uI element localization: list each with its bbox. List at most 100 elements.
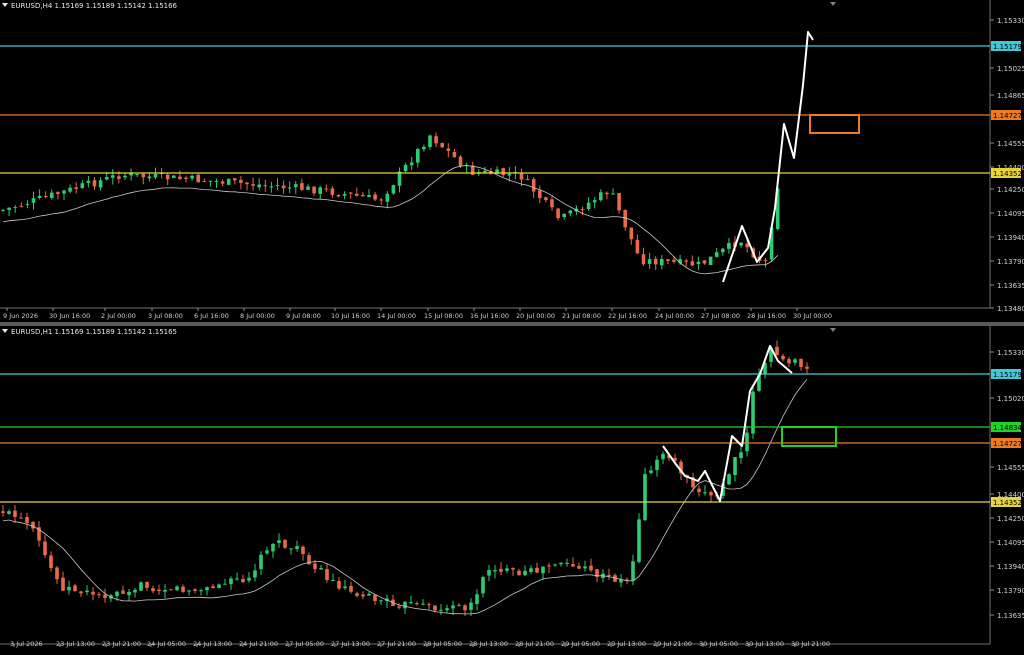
h1-candle-body	[223, 583, 227, 585]
h1-candle-body	[661, 453, 665, 460]
h1-candle	[127, 588, 131, 601]
h4-candle	[214, 178, 219, 188]
h1-candle	[79, 590, 83, 597]
h1-level-tag-text: 1.14727	[993, 440, 1022, 448]
h1-candle-body	[289, 548, 293, 550]
h1-y-tick-label: 1.13790	[997, 587, 1024, 595]
h4-candle-body	[714, 252, 719, 257]
h1-price-chart[interactable]: 1.153301.150201.145551.144001.142501.140…	[0, 326, 1024, 655]
h4-candle	[629, 227, 634, 245]
h4-candle	[239, 176, 243, 190]
h4-candle	[367, 189, 371, 198]
h4-candle-body	[568, 210, 573, 214]
h1-candle-body	[283, 539, 287, 548]
h4-candle	[446, 143, 451, 158]
h1-candle	[481, 575, 485, 598]
h4-candle-body	[586, 202, 591, 210]
h1-candle-body	[697, 488, 701, 493]
h1-candle	[61, 571, 65, 592]
h4-candle-body	[708, 256, 713, 265]
chart-window: EURUSD,H4 1.15169 1.15189 1.15142 1.1516…	[0, 0, 1024, 655]
h1-candle	[565, 558, 569, 567]
h1-candle-body	[553, 564, 557, 566]
h1-y-tick-label: 1.13940	[997, 563, 1024, 571]
h4-x-tick-label: 2 Jul 00:00	[101, 312, 136, 320]
h4-candle	[135, 174, 139, 178]
h1-candle	[343, 580, 347, 590]
h4-candle-body	[281, 185, 286, 189]
h1-candle	[661, 451, 665, 464]
h1-candle	[775, 340, 779, 356]
h1-y-tick-label: 1.13635	[997, 612, 1024, 620]
h4-candle-body	[434, 136, 438, 144]
h1-candle-body	[433, 605, 437, 611]
h1-candle	[493, 564, 497, 579]
h4-candle-body	[428, 135, 432, 148]
h4-candle-body	[7, 207, 11, 210]
h4-price-chart[interactable]: 1.153301.150251.148651.145551.144001.142…	[0, 0, 1024, 322]
h1-candle	[733, 456, 737, 482]
h1-candle	[223, 578, 227, 585]
h4-candle-body	[147, 176, 152, 179]
h4-candle	[501, 167, 505, 178]
h1-candle	[379, 599, 383, 605]
h4-candle-body	[525, 179, 530, 181]
h4-candle	[623, 209, 627, 231]
h1-candle-body	[733, 457, 737, 476]
h1-candle-body	[217, 584, 221, 588]
h4-candle	[275, 178, 280, 190]
h1-candle	[697, 485, 701, 497]
h4-candle-body	[538, 190, 542, 199]
h4-level-price-tag: 1.14727	[991, 110, 1022, 120]
h1-candle	[43, 535, 47, 559]
h1-candle-body	[373, 594, 377, 601]
h1-candle	[499, 562, 503, 576]
h1-candle-body	[421, 603, 425, 605]
h4-candle	[111, 169, 115, 185]
h1-candle	[547, 562, 551, 574]
h1-candle-body	[451, 605, 455, 609]
h1-candle-body	[793, 359, 797, 363]
h1-candle-body	[403, 601, 407, 609]
h4-candle	[165, 173, 170, 186]
h4-candle-body	[647, 259, 652, 264]
h4-candle-body	[605, 192, 609, 195]
h4-candle-body	[178, 176, 182, 180]
h4-candle	[702, 260, 707, 265]
h1-candle-body	[493, 570, 497, 572]
h1-candle-body	[559, 562, 563, 565]
h4-candle	[653, 256, 658, 270]
h1-candle-body	[607, 574, 611, 576]
h1-candle-body	[655, 459, 659, 471]
h4-candle-body	[409, 162, 414, 166]
h1-candle-body	[205, 587, 209, 591]
h4-candle	[172, 175, 176, 179]
h1-candle	[553, 563, 557, 567]
h4-x-tick-label: 3 Jul 08:00	[148, 312, 183, 320]
h1-candle	[709, 490, 713, 502]
h1-candle-body	[739, 452, 743, 458]
h1-candle	[421, 599, 425, 606]
h4-candle	[184, 175, 188, 183]
h4-x-tick-label: 10 Jul 16:00	[331, 312, 370, 320]
h4-candle-body	[129, 173, 133, 176]
h4-candle-body	[550, 199, 554, 208]
h4-candle	[98, 177, 103, 191]
h4-candle	[226, 178, 231, 186]
h1-x-tick-label: 24 Jul 13:00	[193, 640, 232, 648]
h4-level-tag-text: 1.15179	[993, 43, 1022, 51]
h4-candle	[739, 241, 743, 248]
h4-x-tick-label: 8 Jul 00:00	[240, 312, 275, 320]
h4-candle-body	[165, 174, 170, 180]
h4-candle	[641, 247, 646, 266]
h4-chart-pane[interactable]: EURUSD,H4 1.15169 1.15189 1.15142 1.1516…	[0, 0, 1024, 322]
h1-candle-body	[253, 570, 257, 578]
h4-candle	[696, 256, 701, 271]
h4-candle	[220, 179, 225, 187]
h4-candle	[7, 207, 11, 217]
h1-chart-pane[interactable]: EURUSD,H1 1.15169 1.15189 1.15142 1.1516…	[0, 326, 1024, 655]
h1-candle	[655, 455, 659, 477]
h1-candle	[559, 562, 563, 567]
h1-y-tick-label: 1.14250	[997, 515, 1024, 523]
h4-candle-body	[74, 187, 78, 189]
